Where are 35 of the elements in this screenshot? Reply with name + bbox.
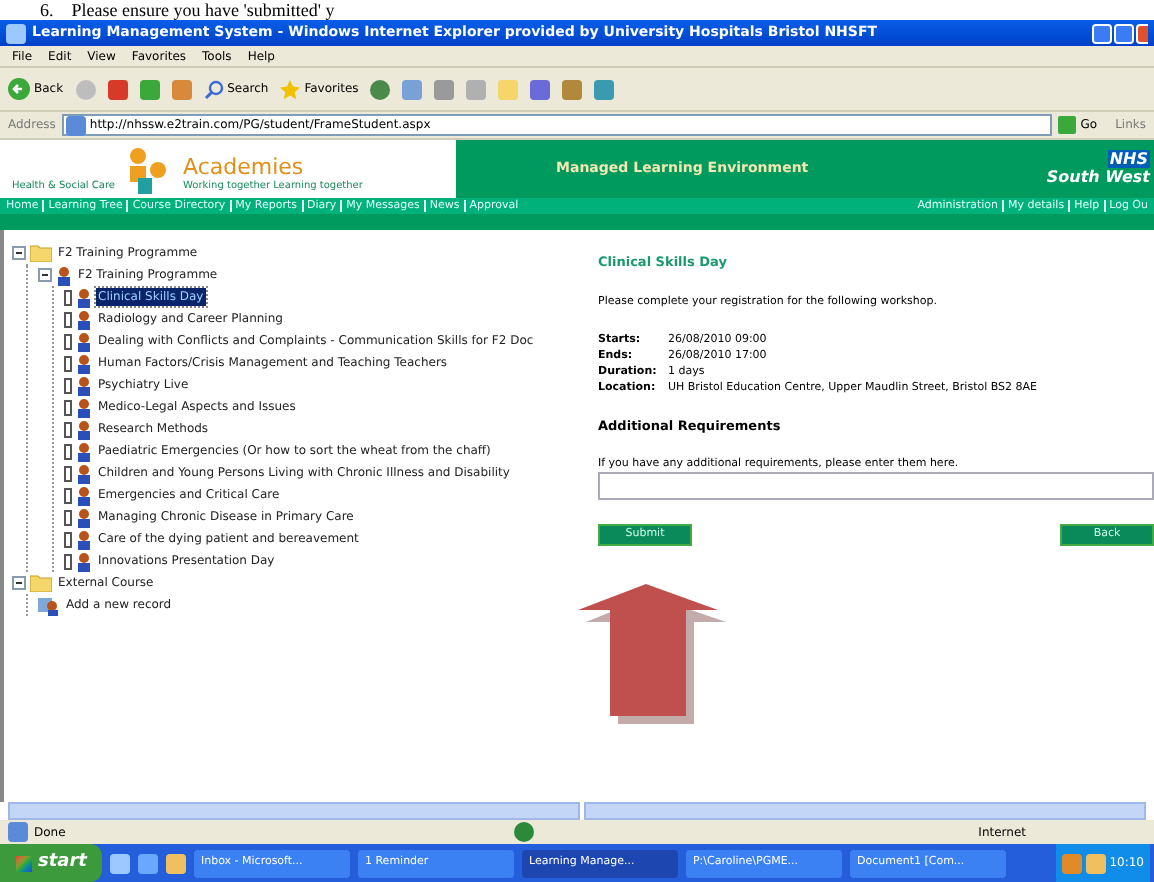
checkbox[interactable] [64, 553, 72, 569]
document-text: 6. Please ensure you have 'submitted' y [38, 0, 337, 20]
checkbox[interactable] [64, 355, 72, 371]
checkbox[interactable] [64, 509, 72, 525]
horizontal-scrollbar[interactable] [8, 802, 580, 820]
checkbox[interactable] [64, 289, 72, 305]
add-record-icon [38, 595, 60, 615]
collapse-icon[interactable] [38, 268, 52, 282]
horizontal-scrollbar[interactable] [584, 802, 1146, 820]
back-arrow-icon [8, 78, 30, 100]
brand-name: Academies [183, 155, 306, 179]
search-icon [203, 79, 224, 99]
checkbox[interactable] [64, 421, 72, 437]
folder-icon [30, 574, 52, 592]
checkbox[interactable] [64, 311, 72, 327]
region-name: South West [1046, 168, 1150, 188]
folder-icon [30, 244, 52, 262]
person-icon [56, 265, 72, 285]
checkbox[interactable] [64, 377, 72, 393]
checkbox[interactable] [64, 487, 72, 503]
checkbox[interactable] [64, 465, 72, 481]
checkbox[interactable] [64, 399, 72, 415]
close-button[interactable] [1136, 23, 1148, 43]
checkbox[interactable] [64, 531, 72, 547]
requirements-field[interactable] [598, 472, 1154, 500]
checkbox[interactable] [64, 443, 72, 459]
nhs-logo: NHS [1107, 150, 1150, 168]
restore-button[interactable] [1114, 23, 1134, 43]
star-icon [280, 79, 301, 99]
checkbox[interactable] [64, 333, 72, 349]
start-button[interactable]: start [0, 844, 103, 882]
windows-logo-icon [16, 855, 32, 871]
minimize-button[interactable] [1092, 23, 1112, 43]
collapse-icon[interactable] [12, 246, 26, 260]
collapse-icon[interactable] [12, 576, 26, 590]
